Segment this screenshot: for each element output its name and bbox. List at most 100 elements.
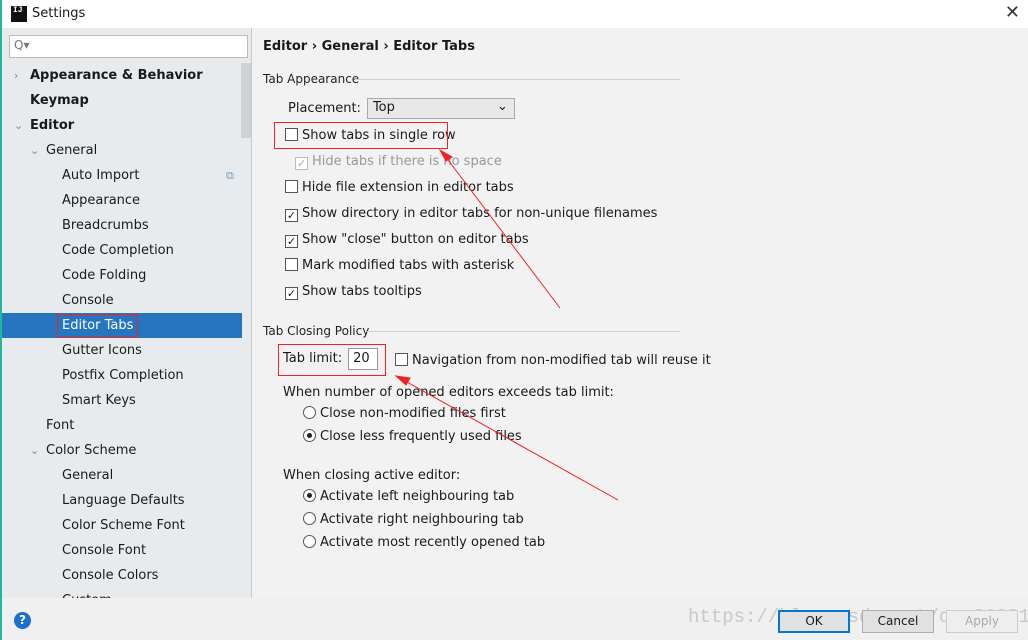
tree-item-label: General: [46, 143, 98, 158]
exceed-label: When number of opened editors exceeds ta…: [283, 385, 614, 400]
tree-item[interactable]: Smart Keys: [2, 388, 242, 413]
tree-item-label: Code Folding: [62, 268, 147, 283]
tree-item[interactable]: Font: [2, 413, 242, 438]
app-logo-icon: IJ: [11, 6, 27, 22]
tree-item-label: Console Colors: [62, 568, 159, 583]
option-label: Hide file extension in editor tabs: [302, 180, 514, 195]
tree-item[interactable]: Appearance: [2, 188, 242, 213]
checkbox-icon: [285, 258, 298, 271]
radio-label: Activate most recently opened tab: [320, 535, 546, 550]
tree-item[interactable]: Code Completion: [2, 238, 242, 263]
tree-item[interactable]: Editor Tabs: [2, 313, 242, 338]
tree-item-label: Font: [46, 418, 75, 433]
option-checkbox[interactable]: Mark modified tabs with asterisk: [285, 258, 514, 273]
tree-item[interactable]: Custom: [2, 588, 242, 598]
tree-item[interactable]: Postfix Completion: [2, 363, 242, 388]
help-icon[interactable]: ?: [14, 612, 31, 629]
tree-item-label: Appearance & Behavior: [30, 68, 203, 83]
tree-item[interactable]: Auto Import ⧉: [2, 163, 242, 188]
tree-item[interactable]: Breadcrumbs: [2, 213, 242, 238]
tree-item-label: Appearance: [62, 193, 141, 208]
annotation-box: [278, 344, 386, 376]
title-bar: IJ Settings ✕: [0, 0, 1028, 28]
radio-option[interactable]: Activate most recently opened tab: [303, 535, 545, 550]
checkbox-icon: [395, 353, 408, 366]
option-label: Hide tabs if there is no space: [312, 154, 502, 169]
radio-label: Close less frequently used files: [320, 429, 522, 444]
tree-item[interactable]: Color Scheme Font: [2, 513, 242, 538]
tree-item-label: Language Defaults: [62, 493, 185, 508]
placement-value: Top: [372, 100, 395, 115]
chevron-down-icon: ⌄: [497, 99, 508, 114]
radio-icon: [303, 489, 316, 502]
sidebar-scrollbar[interactable]: [241, 63, 251, 138]
radio-option[interactable]: Activate right neighbouring tab: [303, 512, 524, 527]
chevron-down-icon[interactable]: ⌄: [30, 438, 39, 463]
window-title: Settings: [32, 6, 86, 21]
placement-dropdown[interactable]: Top ⌄: [366, 98, 515, 119]
tree-item-label: Keymap: [30, 93, 89, 108]
option-checkbox[interactable]: ✓ Show "close" button on editor tabs: [285, 232, 529, 248]
section-tab-closing: Tab Closing Policy: [263, 324, 680, 338]
checkbox-icon: ✓: [285, 209, 298, 222]
section-title: Tab Appearance: [263, 72, 360, 86]
option-label: Show "close" button on editor tabs: [302, 232, 529, 247]
option-label: Show directory in editor tabs for non-un…: [302, 206, 658, 221]
radio-label: Activate right neighbouring tab: [320, 512, 524, 527]
tree-item[interactable]: ⌄ General: [2, 138, 242, 163]
chevron-down-icon[interactable]: ⌄: [30, 138, 39, 163]
section-tab-appearance: Tab Appearance: [263, 72, 680, 86]
radio-icon: [303, 429, 316, 442]
radio-option[interactable]: Close less frequently used files: [303, 429, 522, 444]
tree-item[interactable]: Language Defaults: [2, 488, 242, 513]
tree-item[interactable]: ⌄ Color Scheme: [2, 438, 242, 463]
section-title: Tab Closing Policy: [263, 324, 370, 338]
tree-item[interactable]: Code Folding: [2, 263, 242, 288]
dialog-footer: ? https://blog.csdn.net/qq_26981333 OK C…: [0, 598, 1028, 640]
tree-item-label: Breadcrumbs: [62, 218, 149, 233]
option-checkbox[interactable]: ✓ Hide tabs if there is no space: [295, 154, 502, 170]
chevron-down-icon[interactable]: ⌄: [14, 113, 23, 138]
tree-item-label: Color Scheme: [46, 443, 137, 458]
tree-item[interactable]: Console: [2, 288, 242, 313]
option-label: Show tabs tooltips: [302, 284, 422, 299]
cancel-button[interactable]: Cancel: [862, 610, 934, 633]
annotation-box: [274, 122, 448, 149]
tree-item[interactable]: Console Colors: [2, 563, 242, 588]
radio-option[interactable]: Activate left neighbouring tab: [303, 489, 514, 504]
option-checkbox[interactable]: ✓ Show tabs tooltips: [285, 284, 422, 300]
tree-item-label: Gutter Icons: [62, 343, 142, 358]
tree-item[interactable]: Keymap: [2, 88, 242, 113]
tree-item-label: Console Font: [62, 543, 147, 558]
radio-option[interactable]: Close non-modified files first: [303, 406, 506, 421]
reuse-label: Navigation from non-modified tab will re…: [412, 353, 711, 368]
tree-item-label: Smart Keys: [62, 393, 136, 408]
radio-label: Close non-modified files first: [320, 406, 506, 421]
tree-item-label: Code Completion: [62, 243, 174, 258]
option-checkbox[interactable]: Hide file extension in editor tabs: [285, 180, 514, 195]
radio-icon: [303, 512, 316, 525]
radio-label: Activate left neighbouring tab: [320, 489, 515, 504]
tree-item[interactable]: Gutter Icons: [2, 338, 242, 363]
placement-label: Placement:: [288, 101, 361, 116]
search-input[interactable]: Q▾: [9, 35, 248, 58]
tree-item[interactable]: ⌄ Editor: [2, 113, 242, 138]
checkbox-icon: ✓: [295, 157, 308, 170]
ok-button[interactable]: OK: [778, 610, 850, 633]
tree-item[interactable]: › Appearance & Behavior: [2, 63, 242, 88]
radio-icon: [303, 535, 316, 548]
close-icon[interactable]: ✕: [1005, 2, 1020, 23]
editor-tabs-panel: Editor › General › Editor Tabs Tab Appea…: [253, 28, 1028, 598]
checkbox-icon: ✓: [285, 287, 298, 300]
apply-button[interactable]: Apply: [946, 610, 1018, 633]
chevron-right-icon[interactable]: ›: [14, 63, 18, 88]
tree-item-label: General: [62, 468, 114, 483]
radio-icon: [303, 406, 316, 419]
copy-icon: ⧉: [226, 169, 234, 182]
reuse-checkbox[interactable]: Navigation from non-modified tab will re…: [395, 353, 711, 368]
tree-item[interactable]: Console Font: [2, 538, 242, 563]
tree-item-label: Postfix Completion: [62, 368, 184, 383]
option-checkbox[interactable]: ✓ Show directory in editor tabs for non-u…: [285, 206, 657, 222]
tree-item[interactable]: General: [2, 463, 242, 488]
checkbox-icon: ✓: [285, 235, 298, 248]
